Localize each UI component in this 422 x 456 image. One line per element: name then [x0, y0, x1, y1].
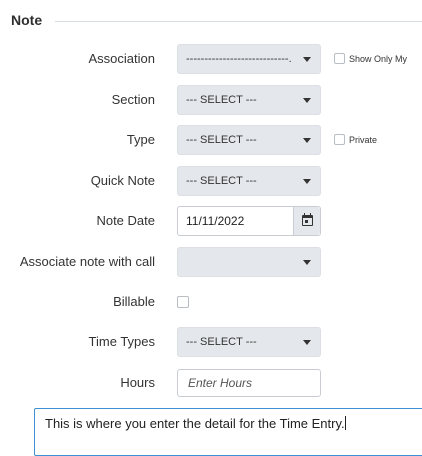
- billable-row: Billable: [0, 287, 422, 317]
- detail-textarea[interactable]: This is where you enter the detail for t…: [34, 408, 422, 456]
- quick-note-select[interactable]: --- SELECT ---: [177, 166, 321, 196]
- type-value: --- SELECT ---: [186, 134, 257, 146]
- associate-call-label: Associate note with call: [19, 254, 155, 269]
- section-label: Section: [111, 92, 155, 107]
- hours-input[interactable]: [177, 369, 321, 397]
- section-title: Note: [11, 12, 43, 28]
- association-row: Association ----------------------------…: [0, 44, 422, 74]
- section-select[interactable]: --- SELECT ---: [177, 85, 321, 115]
- association-value: ----------------------------.: [186, 53, 292, 65]
- quick-note-label: Quick Note: [90, 173, 155, 188]
- associate-call-select[interactable]: [177, 247, 321, 277]
- section-divider: [55, 21, 422, 22]
- text-cursor: [344, 416, 346, 430]
- calendar-button[interactable]: [293, 207, 320, 235]
- show-only-my-label: Show Only My: [349, 54, 408, 64]
- detail-text: This is where you enter the detail for t…: [45, 416, 345, 431]
- time-types-value: --- SELECT ---: [186, 336, 257, 348]
- section-row: Section --- SELECT ---: [0, 85, 422, 115]
- type-select[interactable]: --- SELECT ---: [177, 125, 321, 155]
- associate-call-row: Associate note with call: [0, 247, 422, 277]
- quick-note-row: Quick Note --- SELECT ---: [0, 166, 422, 196]
- note-date-field[interactable]: 11/11/2022: [177, 206, 321, 236]
- time-types-label: Time Types: [88, 334, 155, 349]
- chevron-down-icon: [303, 138, 311, 143]
- time-types-select[interactable]: --- SELECT ---: [177, 327, 321, 357]
- chevron-down-icon: [303, 57, 311, 62]
- note-date-row: Note Date 11/11/2022: [0, 206, 422, 236]
- billable-label: Billable: [113, 294, 155, 309]
- calendar-icon: [302, 213, 313, 226]
- hours-row: Hours: [0, 369, 422, 399]
- billable-checkbox[interactable]: [177, 296, 189, 308]
- note-date-value: 11/11/2022: [186, 214, 245, 228]
- association-label: Association: [88, 51, 155, 66]
- chevron-down-icon: [303, 98, 311, 103]
- note-date-label: Note Date: [96, 213, 155, 228]
- show-only-my-checkbox[interactable]: [334, 53, 345, 64]
- hours-label: Hours: [120, 375, 155, 390]
- chevron-down-icon: [303, 260, 311, 265]
- quick-note-value: --- SELECT ---: [186, 175, 257, 187]
- chevron-down-icon: [303, 340, 311, 345]
- section-value: --- SELECT ---: [186, 94, 257, 106]
- type-label: Type: [126, 132, 155, 147]
- private-label: Private: [349, 135, 378, 145]
- type-row: Type --- SELECT --- Private: [0, 125, 422, 155]
- chevron-down-icon: [303, 179, 311, 184]
- time-types-row: Time Types --- SELECT ---: [0, 327, 422, 357]
- association-select[interactable]: ----------------------------.: [177, 44, 321, 74]
- private-checkbox[interactable]: [334, 134, 345, 145]
